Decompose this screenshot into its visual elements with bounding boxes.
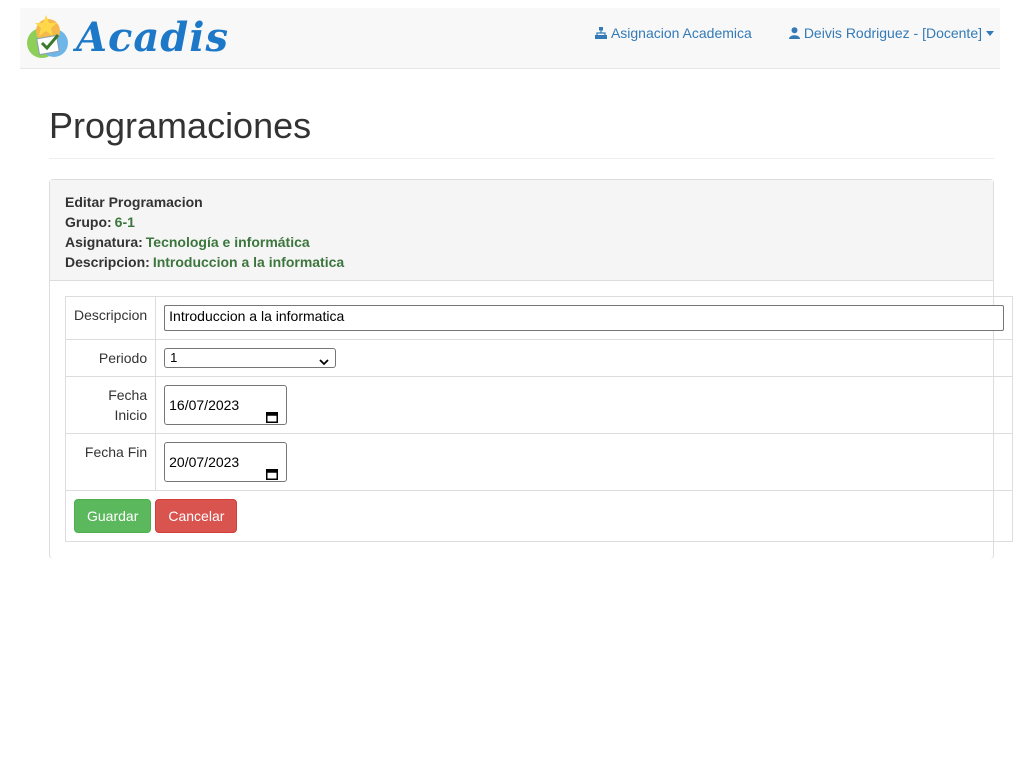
descripcion-value: Introduccion a la informatica bbox=[152, 254, 345, 270]
nav-asignacion-label: Asignacion Academica bbox=[610, 25, 752, 41]
nav-asignacion-academica[interactable]: Asignacion Academica bbox=[594, 25, 752, 41]
asignatura-value: Tecnología e informática bbox=[145, 234, 310, 250]
asignatura-label: Asignatura: bbox=[65, 234, 143, 250]
nav-right: Asignacion Academica Deivis Rodriguez - … bbox=[594, 8, 994, 58]
grupo-label: Grupo: bbox=[65, 214, 112, 230]
calendar-icon[interactable] bbox=[266, 456, 279, 494]
grupo-line: Grupo: 6-1 bbox=[65, 212, 978, 232]
brand-text: Acadis bbox=[76, 14, 229, 61]
row-fecha-inicio: Fecha Inicio 16/07/2023 bbox=[64, 376, 1014, 434]
fecha-fin-field-cell: 20/07/2023 bbox=[155, 433, 1014, 491]
fecha-inicio-input[interactable]: 16/07/2023 bbox=[164, 385, 288, 425]
page-title: Programaciones bbox=[49, 105, 312, 146]
periodo-field-cell: 1 bbox=[155, 339, 1014, 377]
row-fecha-fin: Fecha Fin 20/07/2023 bbox=[64, 433, 1014, 491]
edit-panel: Editar Programacion Grupo: 6-1 Asignatura… bbox=[49, 179, 1014, 559]
panel-heading: Editar Programacion Grupo: 6-1 Asignatura… bbox=[50, 180, 993, 281]
caret-down-icon bbox=[986, 30, 994, 36]
chevron-down-icon bbox=[319, 353, 329, 371]
row-actions: Guardar Cancelar bbox=[64, 490, 1014, 542]
periodo-field-label: Periodo bbox=[64, 339, 157, 377]
user-icon bbox=[788, 27, 800, 39]
navbar: Acadis Asignacion Academica Deivis Rodri… bbox=[20, 8, 1000, 69]
form-table: Descripcion Introduccion a la informatic… bbox=[64, 296, 1014, 542]
fecha-inicio-label-line1: Fecha bbox=[108, 387, 148, 403]
descripcion-line: Descripcion: Introduccion a la informatic… bbox=[65, 252, 978, 272]
actions-cell: Guardar Cancelar bbox=[64, 490, 1014, 542]
page-header: Programaciones bbox=[49, 108, 994, 159]
asignatura-line: Asignatura: Tecnología e informática bbox=[65, 232, 978, 252]
fecha-inicio-field-cell: 16/07/2023 bbox=[155, 376, 1014, 434]
descripcion-field-label: Descripcion bbox=[64, 296, 157, 340]
logo-icon bbox=[24, 13, 74, 63]
grupo-value: 6-1 bbox=[114, 214, 135, 230]
guardar-button[interactable]: Guardar bbox=[74, 499, 152, 533]
nav-user-label: Deivis Rodriguez - [Docente] bbox=[803, 25, 982, 41]
descripcion-input[interactable]: Introduccion a la informatica bbox=[164, 305, 1005, 331]
calendar-icon[interactable] bbox=[266, 399, 279, 437]
brand[interactable]: Acadis bbox=[24, 10, 229, 66]
row-descripcion: Descripcion Introduccion a la informatic… bbox=[64, 296, 1014, 340]
fecha-fin-field-label: Fecha Fin bbox=[64, 433, 157, 491]
fecha-inicio-value: 16/07/2023 bbox=[169, 397, 240, 413]
periodo-select[interactable]: 1 bbox=[164, 348, 337, 371]
sitemap-icon bbox=[594, 27, 607, 39]
fecha-inicio-label-line2: Inicio bbox=[114, 407, 148, 423]
panel-heading-title: Editar Programacion bbox=[65, 194, 203, 210]
descripcion-field-cell: Introduccion a la informatica bbox=[155, 296, 1014, 340]
descripcion-label: Descripcion: bbox=[65, 254, 150, 270]
nav-user-menu[interactable]: Deivis Rodriguez - [Docente] bbox=[788, 25, 994, 41]
row-periodo: Periodo 1 bbox=[64, 339, 1014, 377]
periodo-selected-value: 1 bbox=[170, 350, 178, 365]
fecha-inicio-field-label: Fecha Inicio bbox=[64, 376, 157, 434]
fecha-fin-input[interactable]: 20/07/2023 bbox=[164, 442, 288, 482]
fecha-fin-value: 20/07/2023 bbox=[169, 454, 240, 470]
cancelar-button[interactable]: Cancelar bbox=[155, 499, 238, 533]
